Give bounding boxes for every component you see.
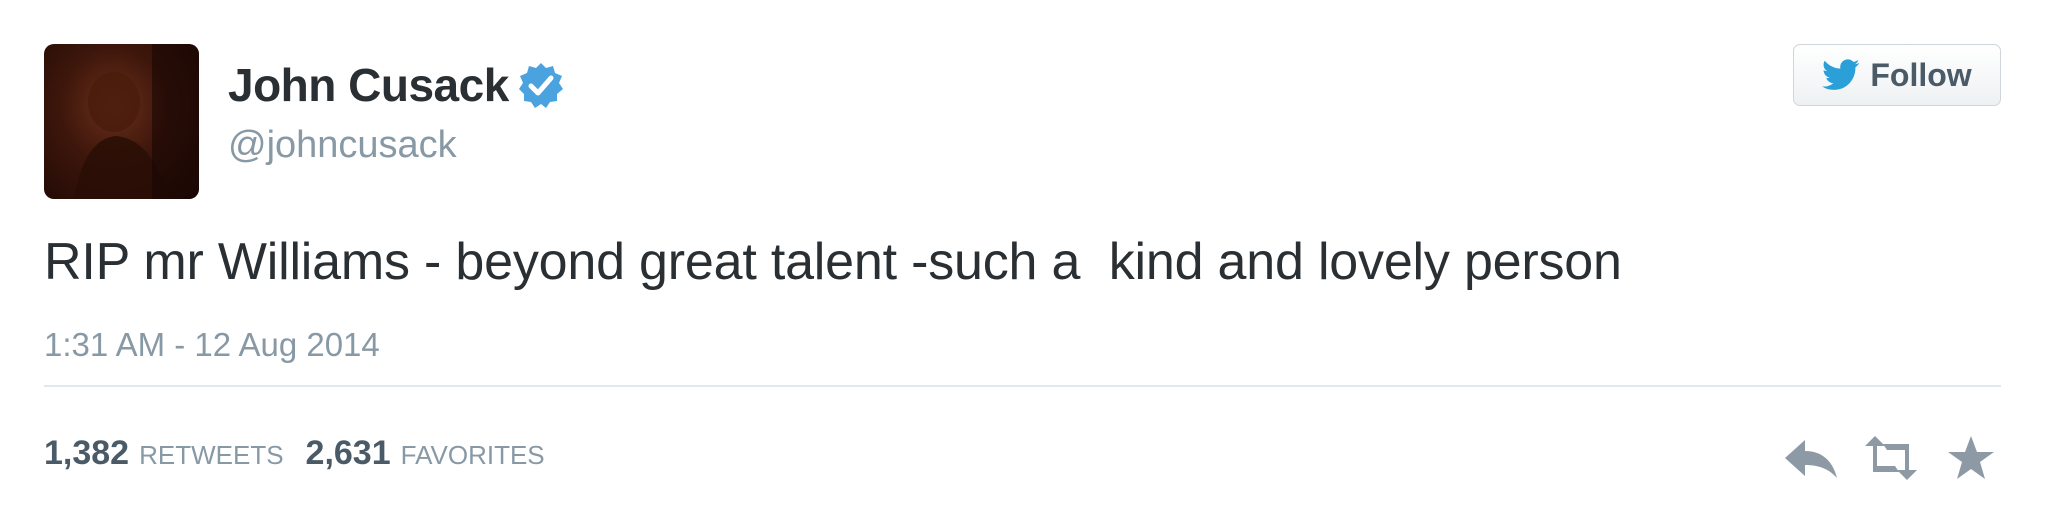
favorites-label[interactable]: FAVORITES: [401, 440, 545, 471]
retweet-button[interactable]: [1860, 432, 1922, 484]
favorites-count[interactable]: 2,631: [306, 434, 391, 473]
tweet-card: John Cusack @johncusack Follow RIP mr Wi…: [0, 0, 2048, 509]
reply-icon: [1785, 440, 1837, 478]
tweet-timestamp[interactable]: 1:31 AM - 12 Aug 2014: [44, 326, 380, 364]
tweet-stats: 1,382 RETWEETS 2,631 FAVORITES: [44, 434, 567, 473]
author-handle[interactable]: @johncusack: [228, 124, 457, 167]
author-name-row: John Cusack: [228, 54, 565, 116]
reply-button[interactable]: [1780, 432, 1842, 484]
divider: [44, 385, 2001, 387]
follow-button[interactable]: Follow: [1793, 44, 2001, 106]
tweet-text: RIP mr Williams - beyond great talent -s…: [44, 233, 1622, 291]
avatar[interactable]: [44, 44, 199, 199]
author-name[interactable]: John Cusack: [228, 58, 509, 112]
retweets-count[interactable]: 1,382: [44, 434, 129, 473]
favorite-star-icon: [1948, 436, 1994, 479]
twitter-bird-icon: [1822, 59, 1860, 90]
retweets-label[interactable]: RETWEETS: [139, 440, 283, 471]
favorite-button[interactable]: [1940, 432, 2002, 484]
tweet-actions: [1762, 432, 2002, 484]
follow-button-label: Follow: [1870, 56, 1972, 93]
verified-badge-icon: [518, 63, 563, 108]
avatar-photo: [74, 44, 199, 199]
retweet-icon: [1865, 436, 1917, 480]
